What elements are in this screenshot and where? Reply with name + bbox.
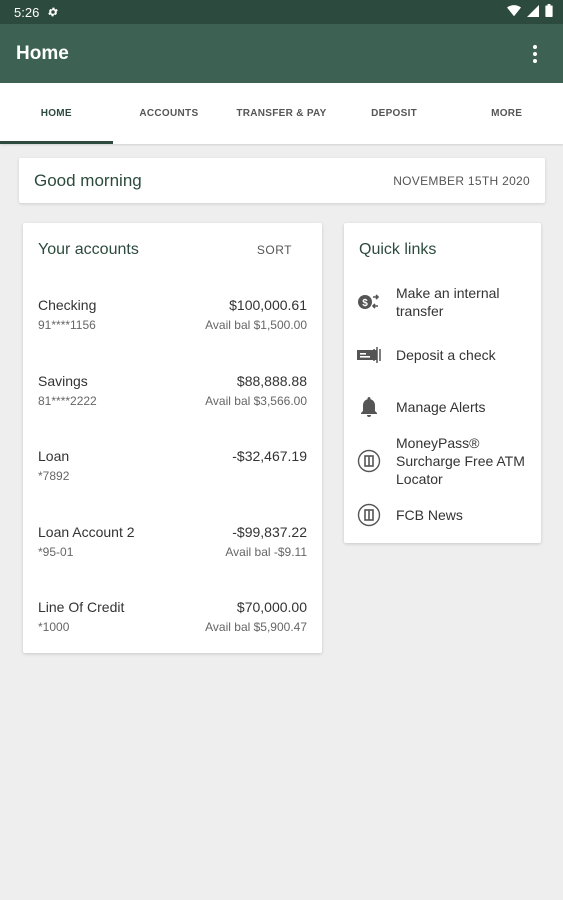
account-row-line-of-credit[interactable]: Line Of Credit *1000 $70,000.00 Avail ba…	[38, 599, 307, 643]
external-link-icon	[356, 448, 382, 474]
greeting-card: Good morning NOVEMBER 15TH 2020	[19, 158, 545, 203]
account-row-loan-account-2[interactable]: Loan Account 2 *95-01 -$99,837.22 Avail …	[38, 524, 307, 568]
tab-bar: HOME ACCOUNTS TRANSFER & PAY DEPOSIT MOR…	[0, 83, 563, 144]
account-number: *95-01	[38, 545, 74, 559]
quick-link-internal-transfer[interactable]: $ Make an internal transfer	[356, 284, 535, 320]
bell-icon	[356, 394, 382, 420]
page-title: Home	[16, 42, 69, 64]
account-number: *7892	[38, 469, 70, 483]
account-row-checking[interactable]: Checking 91****1156 $100,000.61 Avail ba…	[38, 297, 307, 341]
quick-links-card: Quick links $ Make an internal transfer …	[344, 223, 541, 543]
quick-link-label: FCB News	[396, 507, 463, 523]
account-number: 91****1156	[38, 318, 96, 332]
app-bar: Home	[0, 24, 563, 83]
status-bar: 5:26	[0, 0, 563, 24]
quick-link-label: Manage Alerts	[396, 399, 486, 415]
settings-gear-icon	[47, 6, 59, 18]
quick-link-label: Deposit a check	[396, 347, 496, 363]
quick-link-label: Make an internal transfer	[396, 285, 500, 319]
account-number: *1000	[38, 620, 70, 634]
account-name: Loan	[38, 448, 70, 464]
account-balance: $100,000.61	[229, 297, 307, 313]
account-available-balance: Avail bal -$9.11	[225, 545, 307, 559]
account-available-balance: Avail bal $3,566.00	[205, 394, 307, 408]
quick-link-deposit-check[interactable]: Deposit a check	[356, 342, 535, 368]
tab-deposit[interactable]: DEPOSIT	[338, 83, 451, 144]
account-balance: $70,000.00	[236, 599, 307, 615]
account-row-loan[interactable]: Loan *7892 -$32,467.19	[38, 448, 307, 492]
tab-transfer-pay[interactable]: TRANSFER & PAY	[225, 83, 338, 144]
tab-more[interactable]: MORE	[450, 83, 563, 144]
account-number: 81****2222	[38, 394, 97, 408]
check-icon	[356, 342, 382, 368]
sort-button[interactable]: SORT	[257, 243, 292, 257]
account-name: Checking	[38, 297, 97, 313]
account-available-balance: Avail bal $1,500.00	[205, 318, 307, 332]
battery-icon	[545, 4, 553, 20]
account-row-savings[interactable]: Savings 81****2222 $88,888.88 Avail bal …	[38, 373, 307, 417]
quick-link-moneypass-atm-locator[interactable]: MoneyPass® Surcharge Free ATM Locator	[356, 434, 535, 488]
tab-home[interactable]: HOME	[0, 83, 113, 144]
quick-links-title: Quick links	[359, 241, 437, 258]
account-balance: -$32,467.19	[232, 448, 307, 464]
overflow-menu-icon[interactable]	[523, 42, 547, 66]
svg-text:$: $	[362, 298, 368, 309]
account-balance: -$99,837.22	[232, 524, 307, 540]
account-name: Savings	[38, 373, 88, 389]
quick-link-label: MoneyPass® Surcharge Free ATM Locator	[396, 435, 525, 487]
greeting-text: Good morning	[34, 170, 142, 190]
quick-link-fcb-news[interactable]: FCB News	[356, 502, 535, 528]
signal-icon	[527, 4, 539, 20]
greeting-date: NOVEMBER 15TH 2020	[393, 173, 530, 188]
clock: 5:26	[14, 4, 40, 20]
account-name: Loan Account 2	[38, 524, 135, 540]
quick-link-manage-alerts[interactable]: Manage Alerts	[356, 394, 535, 420]
tab-accounts[interactable]: ACCOUNTS	[113, 83, 226, 144]
account-name: Line Of Credit	[38, 599, 125, 615]
account-available-balance: Avail bal $5,900.47	[205, 620, 307, 634]
account-balance: $88,888.88	[236, 373, 307, 389]
wifi-icon	[507, 4, 521, 20]
external-link-icon	[356, 502, 382, 528]
accounts-card: Your accounts SORT Checking 91****1156 $…	[23, 223, 322, 653]
transfer-icon: $	[356, 289, 382, 315]
accounts-title: Your accounts	[38, 241, 139, 258]
